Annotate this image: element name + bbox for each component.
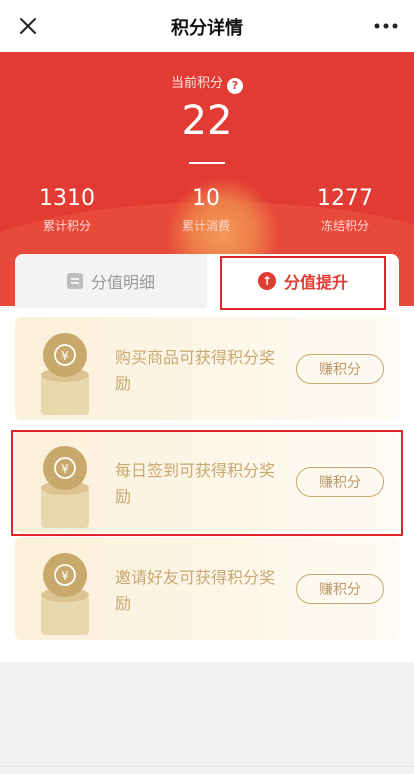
task-description: 邀请好友可获得积分奖励 [115, 568, 276, 613]
bottom-divider [0, 766, 414, 767]
stat-total-points: 1310 累计积分 [17, 186, 117, 234]
active-tab-highlight [220, 256, 386, 310]
coin-icon: ¥ [41, 553, 89, 635]
task-card-purchase: ¥ 购买商品可获得积分奖励 赚积分 [15, 317, 399, 420]
svg-text:¥: ¥ [61, 349, 69, 363]
stat-frozen-points: 1277 冻结积分 [295, 186, 395, 234]
stat-value: 1277 [317, 186, 373, 211]
earn-points-button[interactable]: 赚积分 [296, 574, 384, 604]
page-title: 积分详情 [171, 18, 243, 39]
stat-label: 冻结积分 [320, 219, 369, 233]
stat-label: 累计积分 [42, 219, 91, 233]
current-points-label: 当前积分? [0, 72, 414, 94]
stat-total-spent: 10 累计消费 [156, 186, 256, 234]
stat-value: 10 [192, 186, 220, 211]
stat-label: 累计消费 [181, 219, 230, 233]
task-card-invite: ¥ 邀请好友可获得积分奖励 赚积分 [15, 537, 399, 640]
task-description: 购买商品可获得积分奖励 [115, 348, 276, 393]
tab-points-detail[interactable]: 分值明细 [15, 254, 207, 308]
nav-bar: 积分详情 [0, 0, 414, 52]
checkin-card-highlight [11, 430, 403, 536]
current-points-value: 22 [181, 98, 233, 144]
list-icon [66, 273, 83, 289]
svg-text:¥: ¥ [61, 569, 69, 583]
help-icon[interactable]: ? [227, 78, 243, 94]
more-icon[interactable] [370, 12, 402, 40]
coin-icon: ¥ [41, 333, 89, 415]
stat-value: 1310 [39, 186, 95, 211]
tab-label: 分值明细 [90, 273, 155, 292]
divider [189, 162, 225, 164]
earn-points-button[interactable]: 赚积分 [296, 354, 384, 384]
